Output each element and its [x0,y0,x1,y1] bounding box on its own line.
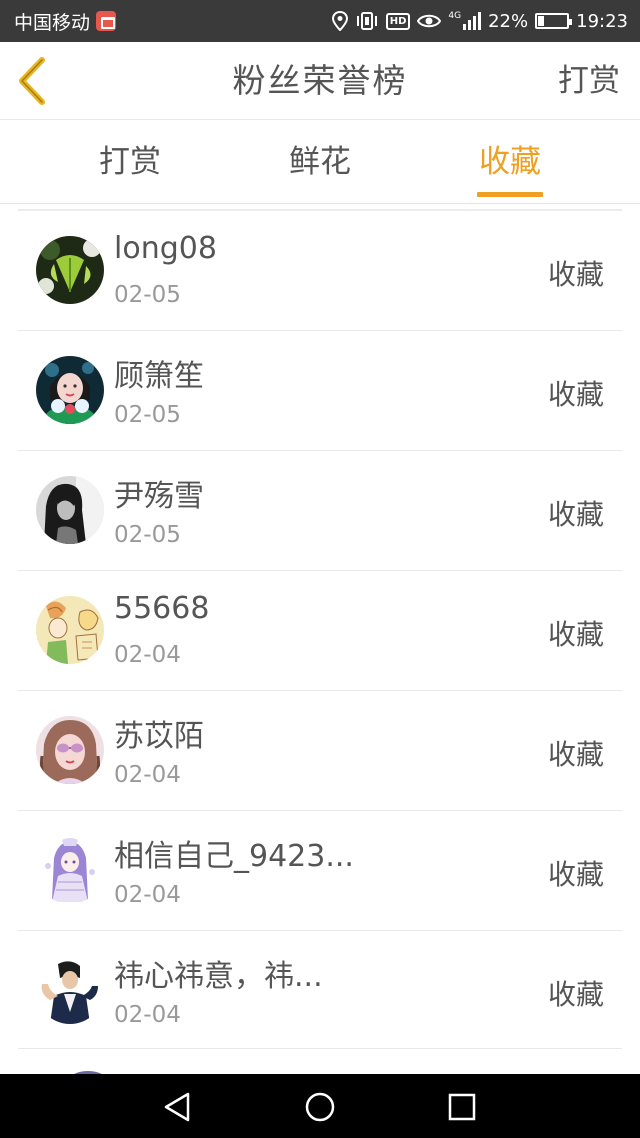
fan-action-label: 收藏 [547,498,604,531]
carrier-name: 中国移动 [14,11,91,34]
page-title: 粉丝荣誉榜 [232,61,408,100]
fan-name: 55668 [114,591,210,626]
chevron-left-icon [19,57,45,105]
fan-action-label: 收藏 [547,738,604,771]
back-button[interactable] [14,56,54,106]
list-item[interactable]: 尹殇雪 02-05 收藏 [18,451,622,571]
nav-home-button[interactable] [303,1090,337,1124]
list-item[interactable]: 苏苡陌 02-04 收藏 [18,691,622,811]
battery-percent: 22% [488,10,529,32]
fan-action-label: 收藏 [547,378,604,411]
tab-bar: 打赏 鲜花 收藏 [0,120,640,204]
anime-sketch-avatar[interactable] [36,596,104,664]
list-item-partial [18,1048,622,1074]
hd-icon: HD [385,12,411,30]
list-item[interactable]: long08 02-05 收藏 [18,211,622,331]
network-type-label: 4G [448,11,462,21]
fan-name: 尹殇雪 [114,479,204,514]
status-bar-right: HD 4G 22% 19:23 [331,0,628,42]
tab-label: 鲜花 [289,144,351,180]
girl-green-avatar[interactable] [36,356,104,424]
fan-name: 苏苡陌 [114,719,204,754]
notification-app-icon [96,11,117,31]
anime-purple-avatar[interactable] [36,836,104,904]
monochrome-girl-avatar[interactable] [36,476,104,544]
recents-square-icon [448,1093,476,1121]
active-tab-indicator [477,192,543,197]
signal-bars [463,12,482,30]
tab-flowers[interactable]: 鲜花 [250,120,390,204]
fan-date: 02-04 [114,1002,181,1028]
list-item[interactable]: 顾箫笙 02-05 收藏 [18,331,622,451]
fan-date: 02-04 [114,642,181,668]
girl-sunglasses-avatar[interactable] [36,716,104,784]
navigation-bar [0,1074,640,1138]
status-bar: 中国移动 HD 4G 22% 19:23 [0,0,640,42]
fan-action-label: 收藏 [547,978,604,1011]
fan-name: long08 [114,231,217,266]
man-pose-avatar[interactable] [36,956,104,1024]
battery-icon [535,13,573,29]
eye-icon [417,12,442,30]
fan-name: 顾箫笙 [114,359,204,394]
reward-button[interactable]: 打赏 [558,42,620,120]
fan-list[interactable]: long08 02-05 收藏 顾箫笙 02-05 收藏 尹殇雪 02-05 收… [18,211,622,1051]
status-bar-left: 中国移动 [14,0,117,42]
list-item[interactable]: 相信自己_9423... 02-04 收藏 [18,811,622,931]
fan-date: 02-04 [114,882,181,908]
fan-action-label: 收藏 [547,618,604,651]
tab-reward[interactable]: 打赏 [60,120,200,204]
fan-date: 02-04 [114,762,181,788]
clock: 19:23 [576,10,628,32]
fan-date: 02-05 [114,522,181,548]
back-triangle-icon [164,1092,190,1122]
tab-label: 打赏 [99,144,161,180]
fan-action-label: 收藏 [547,858,604,891]
list-item[interactable]: 祎心祎意，祎... 02-04 收藏 [18,931,622,1051]
fan-date: 02-05 [114,402,181,428]
list-item[interactable]: 55668 02-04 收藏 [18,571,622,691]
vibrate-icon [355,11,379,31]
battery-fill [538,16,545,26]
location-icon [331,11,348,31]
fan-action-label: 收藏 [547,258,604,291]
ginkgo-leaf-avatar[interactable] [36,236,104,304]
nav-recents-button[interactable] [445,1090,479,1124]
fan-name: 相信自己_9423... [114,839,354,874]
app-header: 粉丝荣誉榜 打赏 [0,42,640,120]
fan-name: 祎心祎意，祎... [114,959,323,994]
tab-favorites[interactable]: 收藏 [440,120,580,204]
home-circle-icon [305,1092,335,1122]
nav-back-button[interactable] [160,1090,194,1124]
signal-icon: 4G [448,11,482,30]
fan-date: 02-05 [114,282,181,308]
